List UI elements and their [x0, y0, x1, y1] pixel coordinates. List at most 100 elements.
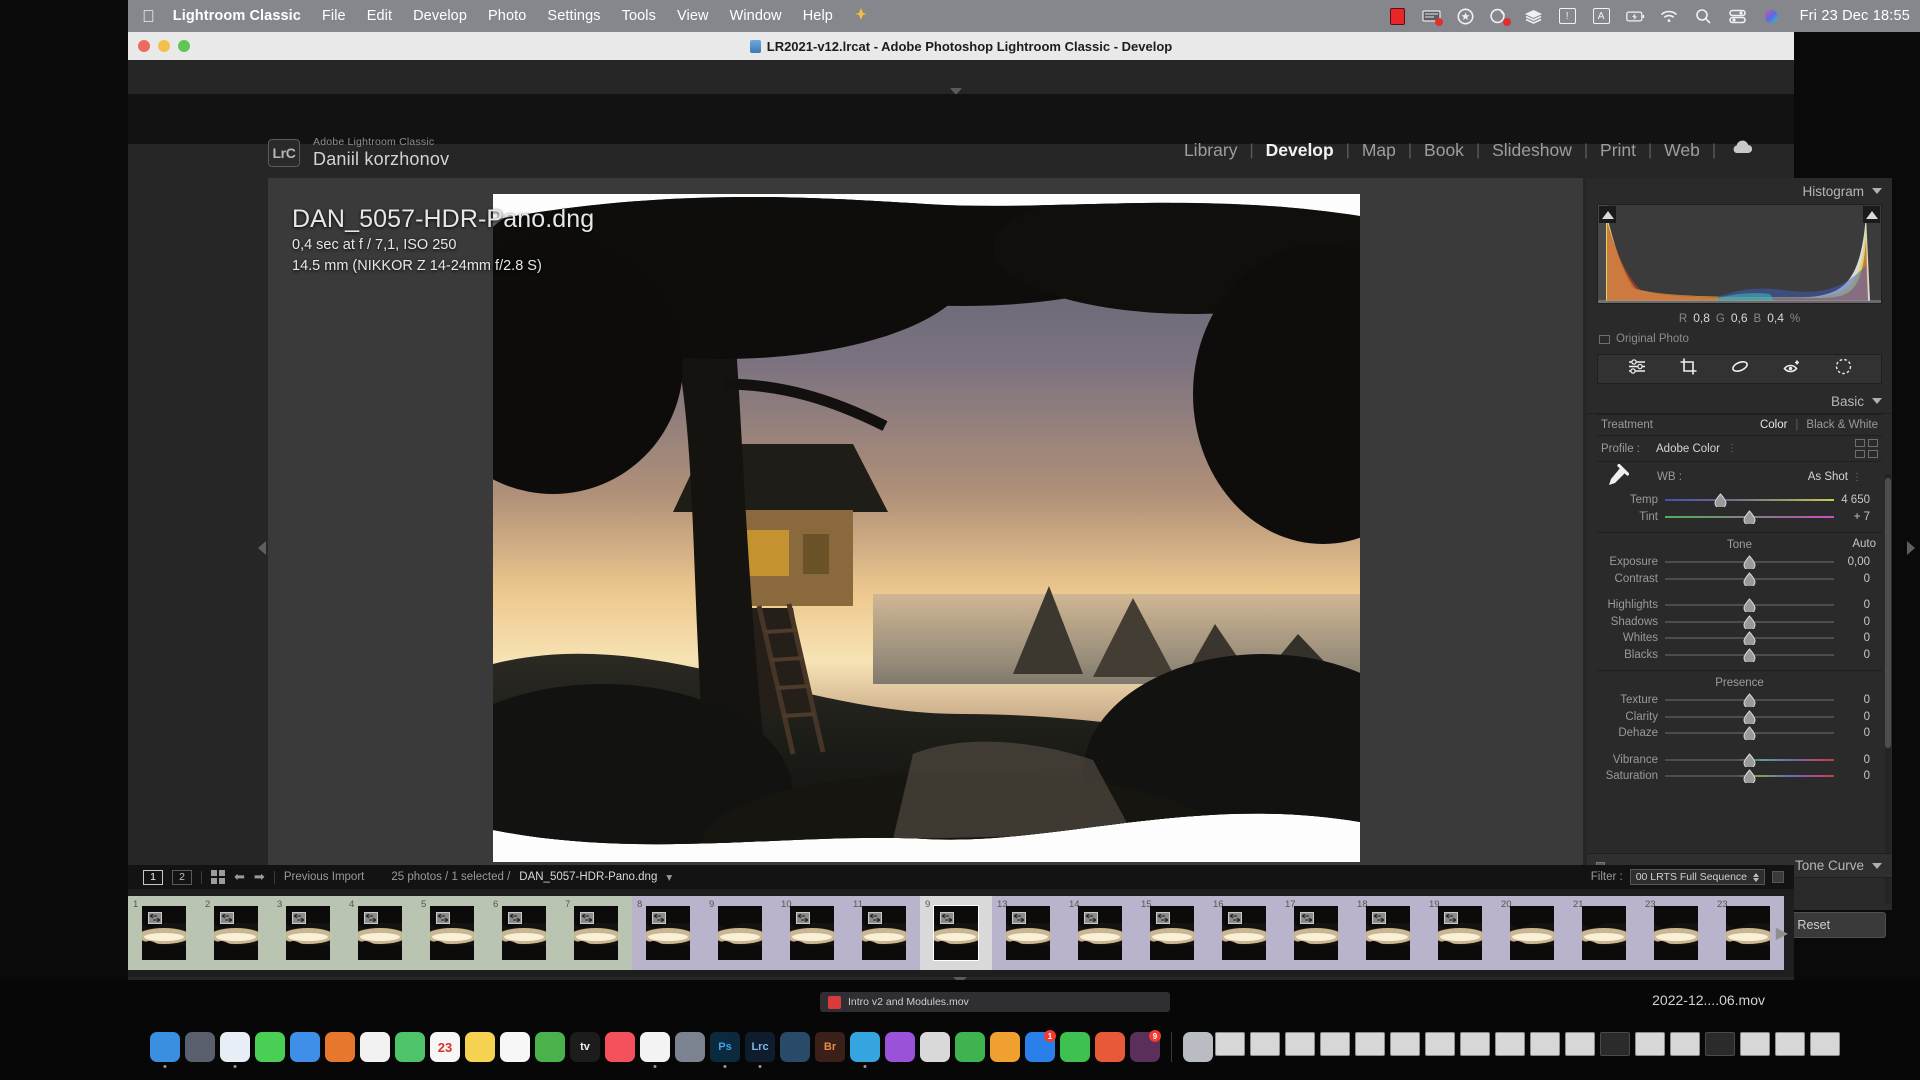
slider-tint-handle[interactable] — [1743, 509, 1756, 526]
right-panel-scroll-thumb[interactable] — [1885, 478, 1891, 748]
dock-minimized-window[interactable] — [1425, 1032, 1455, 1056]
filmstrip-thumbnail[interactable]: 8 — [632, 896, 704, 970]
chevron-down-icon[interactable] — [1872, 398, 1882, 404]
slider-temp-handle[interactable] — [1714, 493, 1727, 510]
dock-minimized-window[interactable] — [1320, 1032, 1350, 1056]
slider-contrast[interactable]: Contrast 0 — [1603, 571, 1876, 588]
auto-tone-button[interactable]: Auto — [1852, 538, 1876, 550]
basic-adjustments-icon[interactable] — [1628, 359, 1646, 379]
filmstrip-stack-badge-icon[interactable] — [1300, 912, 1314, 924]
slider-highlights-handle[interactable] — [1743, 598, 1756, 615]
menu-item-file[interactable]: File — [322, 8, 346, 24]
filmstrip-stack-badge-icon[interactable] — [868, 912, 882, 924]
maximize-window-button[interactable] — [178, 40, 190, 52]
dock-minimized-window[interactable] — [1215, 1032, 1245, 1056]
dock-app-chrome[interactable] — [640, 1032, 670, 1068]
cleanmymac-icon[interactable] — [1490, 8, 1511, 26]
slider-whites-handle[interactable] — [1743, 631, 1756, 648]
dock-app-trash[interactable] — [1183, 1032, 1213, 1062]
filmstrip-thumbnail[interactable]: 17 — [1280, 896, 1352, 970]
filmstrip-stack-badge-icon[interactable] — [292, 912, 306, 924]
dock-minimized-window[interactable] — [1355, 1032, 1385, 1056]
wb-dropdown-icon[interactable]: ⋮ — [1852, 472, 1862, 483]
dock-minimized-window[interactable] — [1705, 1032, 1735, 1056]
menu-bar-clock[interactable]: Fri 23 Dec 18:55 — [1800, 8, 1910, 24]
filmstrip-thumbnail[interactable]: 11 — [848, 896, 920, 970]
shield-star-icon[interactable] — [1456, 8, 1475, 25]
slider-texture[interactable]: Texture 0 — [1603, 692, 1876, 710]
dock-minimized-window[interactable] — [1810, 1032, 1840, 1056]
control-center-icon[interactable] — [1728, 8, 1747, 25]
masking-icon[interactable] — [1835, 358, 1852, 380]
dock-app-launchpad[interactable] — [185, 1032, 215, 1062]
navigate-back-icon[interactable]: ⬅ — [234, 869, 245, 885]
siri-icon[interactable] — [1762, 8, 1781, 25]
dock-app-reminders[interactable] — [500, 1032, 530, 1062]
treatment-bw-option[interactable]: Black & White — [1806, 419, 1878, 431]
battery-charging-icon[interactable] — [1625, 8, 1645, 25]
slider-temp[interactable]: Temp 4 650 — [1603, 492, 1876, 510]
filmstrip-stack-badge-icon[interactable] — [364, 912, 378, 924]
slider-exposure[interactable]: Exposure 0,00 — [1603, 554, 1876, 572]
filmstrip-stack-badge-icon[interactable] — [148, 912, 162, 924]
chevron-down-icon[interactable] — [1872, 862, 1882, 869]
slider-blacks[interactable]: Blacks 0 — [1603, 647, 1876, 664]
highlight-clipping-icon[interactable] — [1863, 206, 1880, 223]
dock-app-finder[interactable] — [150, 1032, 180, 1068]
slider-blacks-handle[interactable] — [1743, 647, 1756, 664]
dock-minimized-window[interactable] — [1460, 1032, 1490, 1056]
identity-plate[interactable]: LrC Adobe Lightroom Classic Daniil korzh… — [268, 136, 449, 170]
filmstrip-thumbnail[interactable]: 23 — [1640, 896, 1712, 970]
slider-clarity-handle[interactable] — [1743, 709, 1756, 726]
dock-app-lightroom[interactable]: Lrc — [745, 1032, 775, 1068]
dock-app-whatsapp[interactable] — [1060, 1032, 1090, 1062]
filmstrip-thumbnail[interactable]: 23 — [1712, 896, 1784, 970]
dock-app-maps[interactable] — [395, 1032, 425, 1062]
filmstrip-stack-badge-icon[interactable] — [652, 912, 666, 924]
module-print[interactable]: Print — [1588, 140, 1648, 161]
filmstrip-thumbnail[interactable]: 4 — [344, 896, 416, 970]
filmstrip-thumbnail[interactable]: 21 — [1568, 896, 1640, 970]
source-button-2[interactable]: 2 — [172, 869, 192, 885]
navigate-forward-icon[interactable]: ➡ — [254, 869, 265, 885]
filmstrip-stack-badge-icon[interactable] — [1012, 912, 1026, 924]
dock-app-calendar[interactable]: 23 — [430, 1032, 460, 1062]
menu-item-edit[interactable]: Edit — [367, 8, 392, 24]
dock-minimized-window[interactable] — [1565, 1032, 1595, 1056]
screen-capture-icon[interactable] — [1421, 8, 1443, 26]
record-indicator-icon[interactable] — [1388, 7, 1407, 25]
dock-app-bridge[interactable]: Br — [815, 1032, 845, 1062]
slider-saturation[interactable]: Saturation 0 — [1603, 768, 1876, 786]
dock-minimized-window[interactable] — [1775, 1032, 1805, 1056]
filmstrip-thumbnail[interactable]: 10 — [776, 896, 848, 970]
dock-app-slack[interactable]: 9 — [1130, 1030, 1161, 1062]
filmstrip-thumbnail[interactable]: 1 — [128, 896, 200, 970]
module-book[interactable]: Book — [1412, 140, 1476, 161]
filter-toggle-button[interactable] — [1772, 871, 1784, 883]
dock-minimized-window[interactable] — [1495, 1032, 1525, 1056]
white-balance-eyedropper-icon[interactable] — [1601, 463, 1631, 490]
alert-icon[interactable]: ! — [1558, 8, 1577, 25]
module-map[interactable]: Map — [1350, 140, 1408, 161]
dock-app-podcasts[interactable] — [885, 1032, 915, 1062]
dock-minimized-window[interactable] — [1600, 1032, 1630, 1056]
filmstrip-stack-badge-icon[interactable] — [940, 912, 954, 924]
filter-stepper-icon[interactable] — [1753, 872, 1759, 882]
filmstrip-next-arrow-icon[interactable]: ▶ — [1776, 923, 1788, 943]
filmstrip-thumbnail[interactable]: 19 — [1424, 896, 1496, 970]
filmstrip-stack-badge-icon[interactable] — [580, 912, 594, 924]
dock-app-telegram[interactable] — [850, 1032, 880, 1068]
dock-app-music[interactable] — [605, 1032, 635, 1062]
slider-shadows-handle[interactable] — [1743, 614, 1756, 631]
slider-texture-handle[interactable] — [1743, 693, 1756, 710]
filmstrip-thumbnail[interactable]: 14 — [1064, 896, 1136, 970]
dock-app-pages[interactable] — [990, 1032, 1020, 1062]
filmstrip-thumbnail[interactable]: 7 — [560, 896, 632, 970]
filter-preset-select[interactable]: 00 LRTS Full Sequence — [1629, 869, 1765, 885]
dock-app-notes[interactable] — [465, 1032, 495, 1062]
histogram-header[interactable]: Histogram — [1587, 178, 1892, 204]
filmstrip-thumbnail[interactable]: 16 — [1208, 896, 1280, 970]
filmstrip-stack-badge-icon[interactable] — [1228, 912, 1242, 924]
profile-browser-icon[interactable] — [1855, 439, 1878, 458]
minimize-window-button[interactable] — [158, 40, 170, 52]
